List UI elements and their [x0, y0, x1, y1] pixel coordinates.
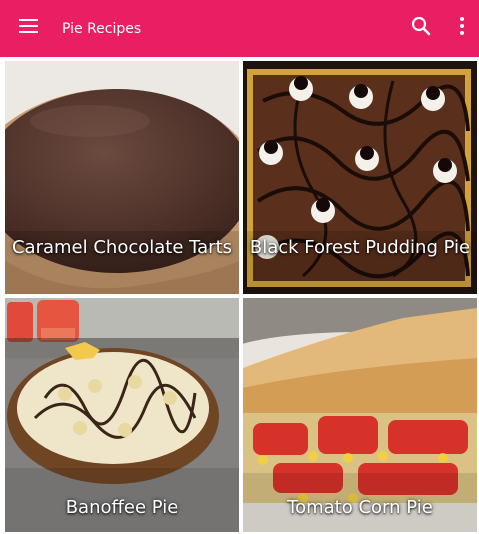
overflow-menu-button[interactable]	[451, 12, 473, 42]
menu-button[interactable]	[15, 14, 43, 42]
recipe-card-caramel-chocolate-tarts[interactable]: Caramel Chocolate Tarts	[5, 61, 239, 294]
recipe-title: Tomato Corn Pie	[287, 497, 433, 518]
recipe-card-black-forest-pudding-pie[interactable]: Black Forest Pudding Pie	[243, 61, 477, 294]
recipe-grid: Caramel Chocolate Tarts Black Forest Pud…	[0, 57, 479, 534]
recipe-title: Banoffee Pie	[65, 497, 179, 518]
search-button[interactable]	[406, 12, 436, 42]
recipe-card-banoffee-pie[interactable]: Banoffee Pie	[5, 298, 239, 532]
recipe-card-tomato-corn-pie[interactable]: Tomato Corn Pie	[243, 298, 477, 532]
recipe-title: Black Forest Pudding Pie	[249, 237, 471, 258]
app-title: Pie Recipes	[62, 21, 142, 37]
search-icon	[411, 16, 431, 36]
recipe-title: Caramel Chocolate Tarts	[11, 237, 233, 258]
app-bar: Pie Recipes	[0, 0, 479, 57]
